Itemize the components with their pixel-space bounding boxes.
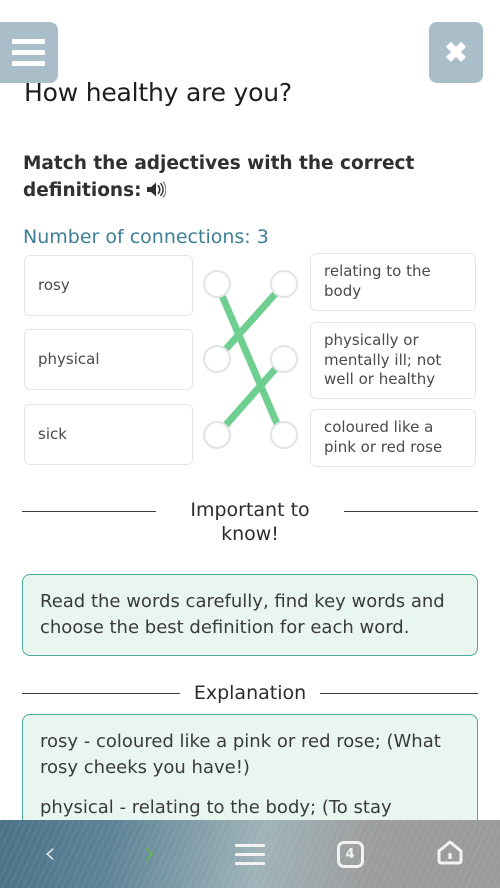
home-icon <box>435 838 465 870</box>
important-section-header: Important to know! <box>22 498 478 547</box>
divider-left <box>22 692 180 694</box>
word-card-0[interactable]: rosy <box>24 255 193 316</box>
explanation-section-header: Explanation <box>22 681 478 705</box>
definition-card-2[interactable]: coloured like a pink or red rose <box>310 409 476 467</box>
connection-line <box>213 280 288 363</box>
divider-left <box>22 511 156 512</box>
hamburger-menu-icon <box>11 39 45 66</box>
left-node-0 <box>203 270 231 298</box>
matching-area: rosy physical sick relating to the body … <box>0 252 500 472</box>
explanation-line: rosy - coloured like a pink or red rose;… <box>40 731 441 778</box>
connections-counter: Number of connections: 3 <box>23 226 269 248</box>
menu-button[interactable] <box>0 22 58 83</box>
right-node-0 <box>270 270 298 298</box>
important-heading: Important to know! <box>190 499 310 546</box>
nav-back-button[interactable]: ‹ <box>0 820 100 888</box>
chevron-right-icon: › <box>144 836 156 871</box>
left-node-1 <box>203 345 231 373</box>
word-card-label: rosy <box>38 275 70 294</box>
close-x-icon: ✖ <box>444 36 468 68</box>
chevron-left-icon: ‹ <box>44 836 56 871</box>
definition-card-label: physically or mentally ill; not well or … <box>324 330 442 389</box>
connection-line <box>213 355 288 439</box>
browser-nav-bar: ‹ › 4 <box>0 820 500 888</box>
top-bar: ✖ <box>0 0 500 88</box>
exercise-prompt: Match the adjectives with the correct de… <box>23 150 423 207</box>
connection-line <box>213 280 288 444</box>
tab-count-value: 4 <box>345 846 355 862</box>
nav-forward-button[interactable]: › <box>100 820 200 888</box>
divider-right <box>344 511 478 512</box>
nav-tabs-button[interactable]: 4 <box>300 820 400 888</box>
divider-right <box>320 692 478 694</box>
exercise-prompt-text: Match the adjectives with the correct de… <box>23 153 415 202</box>
right-node-2 <box>270 421 298 449</box>
left-node-2 <box>203 421 231 449</box>
tab-count-icon: 4 <box>336 840 364 868</box>
word-card-2[interactable]: sick <box>24 404 193 465</box>
page-title: How healthy are you? <box>24 78 292 107</box>
important-box: Read the words carefully, find key words… <box>22 574 478 656</box>
nav-home-button[interactable] <box>400 820 500 888</box>
definition-card-0[interactable]: relating to the body <box>310 253 476 311</box>
definition-card-1[interactable]: physically or mentally ill; not well or … <box>310 322 476 399</box>
word-card-label: physical <box>38 349 100 368</box>
word-card-label: sick <box>38 424 67 443</box>
close-button[interactable]: ✖ <box>429 22 483 83</box>
definition-card-label: relating to the body <box>324 262 431 300</box>
word-card-1[interactable]: physical <box>24 329 193 390</box>
speaker-sound-icon[interactable] <box>146 179 167 206</box>
explanation-line: physical - relating to the body; (To sta… <box>40 796 392 818</box>
definition-card-label: coloured like a pink or red rose <box>324 418 443 456</box>
important-body: Read the words carefully, find key words… <box>40 591 445 638</box>
nav-menu-button[interactable] <box>200 820 300 888</box>
app-root: ✖ How healthy are you? Match the adjecti… <box>0 0 500 888</box>
hamburger-menu-icon <box>235 843 265 865</box>
right-node-1 <box>270 345 298 373</box>
explanation-heading: Explanation <box>193 682 307 704</box>
